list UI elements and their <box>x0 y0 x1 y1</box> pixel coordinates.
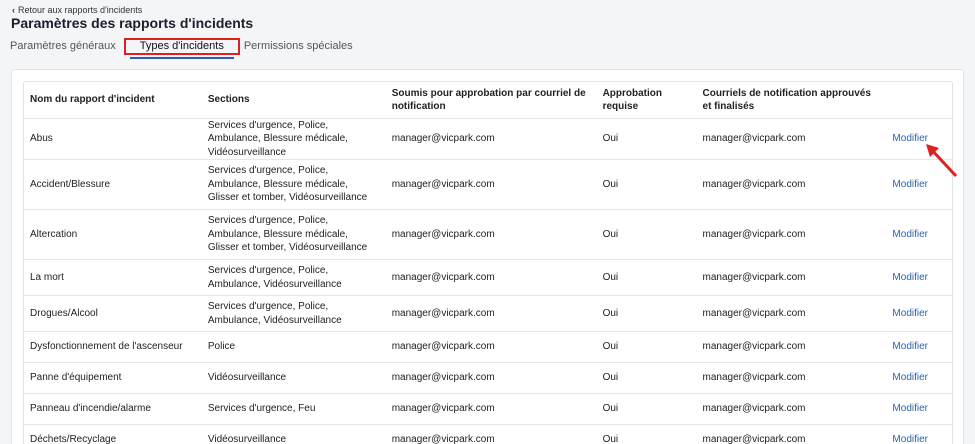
cell-approval: Oui <box>596 118 697 160</box>
edit-button[interactable]: Modifier <box>892 133 928 144</box>
edit-button[interactable]: Modifier <box>892 272 928 283</box>
back-link-label: Retour aux rapports d'incidents <box>18 5 143 15</box>
cell-submitted-email: manager@vicpark.com <box>385 295 597 332</box>
cell-name: Accident/Blessure <box>24 159 202 210</box>
cell-notify-email: manager@vicpark.com <box>696 209 887 260</box>
content-card: Nom du rapport d'incident Sections Soumi… <box>11 69 964 444</box>
cell-sections: Police <box>201 331 386 363</box>
cell-approval: Oui <box>596 209 697 260</box>
table-header-row: Nom du rapport d'incident Sections Soumi… <box>24 82 952 119</box>
edit-button[interactable]: Modifier <box>892 308 928 319</box>
cell-notify-email: manager@vicpark.com <box>696 118 887 160</box>
incident-types-table: Nom du rapport d'incident Sections Soumi… <box>23 81 953 444</box>
cell-action: Modifier <box>886 209 952 260</box>
cell-notify-email: manager@vicpark.com <box>696 259 887 296</box>
edit-button[interactable]: Modifier <box>892 403 928 414</box>
tab-bar: Paramètres généraux Types d'incidents Pe… <box>10 38 353 59</box>
column-header-approval: Approbation requise <box>596 82 697 119</box>
cell-notify-email: manager@vicpark.com <box>696 362 887 394</box>
column-header-sections: Sections <box>201 82 386 119</box>
page-title: Paramètres des rapports d'incidents <box>11 15 254 31</box>
edit-button[interactable]: Modifier <box>892 229 928 240</box>
table-row: Drogues/Alcool Services d'urgence, Police… <box>24 295 952 332</box>
table-row: Déchets/Recyclage Vidéosurveillance manage… <box>24 424 952 444</box>
cell-sections: Vidéosurveillance <box>201 362 386 394</box>
page-header: ‹ Retour aux rapports d'incidents Paramè… <box>0 0 975 60</box>
edit-button[interactable]: Modifier <box>892 179 928 190</box>
cell-sections: Services d'urgence, Feu <box>201 393 386 425</box>
cell-name: Drogues/Alcool <box>24 295 202 332</box>
cell-name: Déchets/Recyclage <box>24 424 202 444</box>
cell-sections: Services d'urgence, Police, Ambulance, V… <box>201 259 386 296</box>
cell-approval: Oui <box>596 259 697 296</box>
cell-approval: Oui <box>596 424 697 444</box>
column-header-notify: Courriels de notification approuvés et f… <box>696 82 887 119</box>
chevron-left-icon: ‹ <box>12 5 15 15</box>
table-row: Altercation Services d'urgence, Police, A… <box>24 209 952 260</box>
column-header-submitted: Soumis pour approbation par courriel de … <box>385 82 597 119</box>
cell-action: Modifier <box>886 159 952 210</box>
table-row: Dysfonctionnement de l'ascenseur Police ma… <box>24 331 952 363</box>
table-row: La mort Services d'urgence, Police, Ambul… <box>24 259 952 296</box>
cell-sections: Services d'urgence, Police, Ambulance, V… <box>201 295 386 332</box>
cell-submitted-email: manager@vicpark.com <box>385 209 597 260</box>
table-row: Abus Services d'urgence, Police, Ambulanc… <box>24 118 952 160</box>
cell-name: La mort <box>24 259 202 296</box>
back-link[interactable]: ‹ Retour aux rapports d'incidents <box>12 5 142 15</box>
cell-name: Altercation <box>24 209 202 260</box>
cell-action: Modifier <box>886 424 952 444</box>
cell-submitted-email: manager@vicpark.com <box>385 259 597 296</box>
cell-action: Modifier <box>886 259 952 296</box>
edit-button[interactable]: Modifier <box>892 372 928 383</box>
column-header-name: Nom du rapport d'incident <box>24 82 202 119</box>
cell-action: Modifier <box>886 393 952 425</box>
edit-button[interactable]: Modifier <box>892 434 928 444</box>
tab-special-permissions[interactable]: Permissions spéciales <box>244 40 353 55</box>
cell-submitted-email: manager@vicpark.com <box>385 393 597 425</box>
cell-submitted-email: manager@vicpark.com <box>385 118 597 160</box>
cell-approval: Oui <box>596 393 697 425</box>
column-header-actions <box>886 82 952 119</box>
cell-action: Modifier <box>886 118 952 160</box>
cell-name: Dysfonctionnement de l'ascenseur <box>24 331 202 363</box>
cell-sections: Services d'urgence, Police, Ambulance, B… <box>201 209 386 260</box>
cell-notify-email: manager@vicpark.com <box>696 295 887 332</box>
cell-submitted-email: manager@vicpark.com <box>385 362 597 394</box>
cell-submitted-email: manager@vicpark.com <box>385 424 597 444</box>
cell-action: Modifier <box>886 295 952 332</box>
cell-action: Modifier <box>886 362 952 394</box>
cell-submitted-email: manager@vicpark.com <box>385 159 597 210</box>
cell-submitted-email: manager@vicpark.com <box>385 331 597 363</box>
cell-notify-email: manager@vicpark.com <box>696 393 887 425</box>
table-row: Panne d'équipement Vidéosurveillance manag… <box>24 362 952 394</box>
table-row: Accident/Blessure Services d'urgence, Pol… <box>24 159 952 210</box>
cell-sections: Vidéosurveillance <box>201 424 386 444</box>
edit-button[interactable]: Modifier <box>892 341 928 352</box>
tab-incident-types[interactable]: Types d'incidents <box>123 38 240 59</box>
cell-name: Panneau d'incendie/alarme <box>24 393 202 425</box>
cell-approval: Oui <box>596 331 697 363</box>
cell-action: Modifier <box>886 331 952 363</box>
cell-approval: Oui <box>596 295 697 332</box>
cell-notify-email: manager@vicpark.com <box>696 159 887 210</box>
cell-notify-email: manager@vicpark.com <box>696 331 887 363</box>
cell-name: Abus <box>24 118 202 160</box>
cell-approval: Oui <box>596 362 697 394</box>
cell-approval: Oui <box>596 159 697 210</box>
cell-sections: Services d'urgence, Police, Ambulance, B… <box>201 159 386 210</box>
cell-notify-email: manager@vicpark.com <box>696 424 887 444</box>
table-row: Panneau d'incendie/alarme Services d'urge… <box>24 393 952 425</box>
tab-general-settings[interactable]: Paramètres généraux <box>10 40 116 55</box>
cell-sections: Services d'urgence, Police, Ambulance, B… <box>201 118 386 160</box>
cell-name: Panne d'équipement <box>24 362 202 394</box>
